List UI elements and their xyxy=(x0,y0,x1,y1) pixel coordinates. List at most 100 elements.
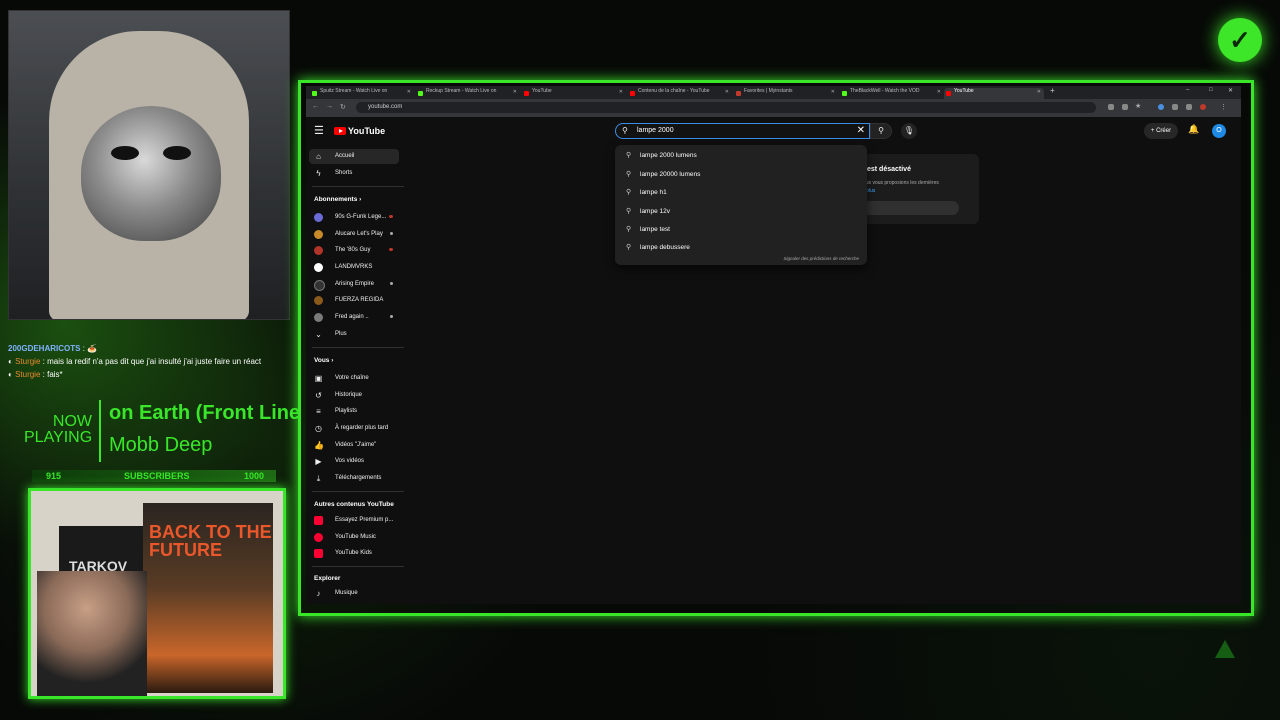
subscription-item[interactable]: FUERZA REGIDA xyxy=(309,293,399,308)
browser-tab[interactable]: Contenu de la chaîne - YouTube ✕ xyxy=(628,88,732,99)
browser-tab[interactable]: YouTube ✕ xyxy=(522,88,626,99)
new-tab-button[interactable]: + xyxy=(1050,86,1055,95)
browser-tab-active[interactable]: YouTube ✕ xyxy=(944,88,1044,99)
reload-icon[interactable]: ↻ xyxy=(340,103,346,111)
extension-icon[interactable] xyxy=(1158,104,1164,110)
close-tab-icon[interactable]: ✕ xyxy=(1037,89,1041,95)
sidebar-item-label: Votre chaîne xyxy=(335,375,369,381)
youtube-logo[interactable]: YouTube xyxy=(334,126,385,136)
hamburger-menu-icon[interactable]: ☰ xyxy=(314,124,324,137)
chat-text: fais* xyxy=(47,370,63,379)
browser-tab[interactable]: Favorites | Myinstants ✕ xyxy=(734,88,838,99)
verified-check-icon: ✓ xyxy=(1218,18,1262,62)
sidebar-item-label: Plus xyxy=(335,331,347,337)
close-tab-icon[interactable]: ✕ xyxy=(619,89,623,95)
video-icon: ▶ xyxy=(315,457,322,466)
kick-icon xyxy=(842,91,847,96)
search-button[interactable]: ⚲ xyxy=(870,123,892,139)
minimize-button[interactable]: – xyxy=(1186,87,1189,93)
close-tab-icon[interactable]: ✕ xyxy=(407,89,411,95)
maximize-button[interactable]: □ xyxy=(1209,87,1213,93)
subscription-item[interactable]: Fred again .. xyxy=(309,310,399,325)
sidebar-item-label: Vidéos "J'aime" xyxy=(335,442,377,448)
close-tab-icon[interactable]: ✕ xyxy=(725,89,729,95)
now-playing-label: NOW PLAYING xyxy=(24,413,93,446)
sidebar-item-label: YouTube Music xyxy=(335,534,376,540)
sidebar-item-premium[interactable]: Essayez Premium p... xyxy=(309,513,399,528)
youtube-icon xyxy=(524,91,529,96)
sidebar-item-label: Shorts xyxy=(335,170,353,176)
close-tab-icon[interactable]: ✕ xyxy=(937,89,941,95)
extensions-puzzle-icon[interactable] xyxy=(1172,104,1178,110)
decorative-triangle xyxy=(1215,640,1235,658)
sidebar-item-your-channel[interactable]: ▣ Votre chaîne xyxy=(309,371,399,386)
sidebar-item-music[interactable]: YouTube Music xyxy=(309,530,399,545)
enable-history-button[interactable] xyxy=(857,201,959,215)
close-tab-icon[interactable]: ✕ xyxy=(831,89,835,95)
you-heading[interactable]: Vous › xyxy=(314,357,333,364)
microphone-icon[interactable]: 🎙 xyxy=(901,123,917,139)
search-input[interactable]: ⚲ lampe 2000 ✕ xyxy=(615,123,870,139)
create-button[interactable]: + Créer xyxy=(1144,123,1178,139)
cast-icon[interactable] xyxy=(1108,104,1114,110)
suggestion-item[interactable]: ⚲ lampe 2000 lumens xyxy=(615,147,867,165)
masked-figure-video xyxy=(8,10,290,320)
profile-icon[interactable] xyxy=(1200,104,1206,110)
chat-text: mais la redif n'a pas dit que j'ai insul… xyxy=(47,357,262,366)
subscription-item[interactable]: The '80s Guy xyxy=(309,243,399,258)
subscriptions-heading[interactable]: Abonnements › xyxy=(314,196,361,203)
search-icon: ⚲ xyxy=(626,208,632,215)
subscription-item[interactable]: Alucare Let's Play xyxy=(309,227,399,242)
browser-tab[interactable]: Reckup Stream - Watch Live on ✕ xyxy=(416,88,520,99)
card-title: est désactivé xyxy=(867,166,911,173)
live-indicator-icon xyxy=(389,215,393,218)
eye-off-icon[interactable] xyxy=(1122,104,1128,110)
sidebar-item-playlists[interactable]: ≡ Playlists xyxy=(309,404,399,419)
notifications-bell-icon[interactable]: 🔔 xyxy=(1188,124,1199,135)
url-text: youtube.com xyxy=(368,104,403,110)
suggestion-item[interactable]: ⚲ lampe 20000 lumens xyxy=(615,166,867,184)
report-predictions-link[interactable]: Signaler des prédictions de recherche xyxy=(783,256,859,261)
sidebar-item-your-videos[interactable]: ▶ Vos vidéos xyxy=(309,454,399,469)
download-icon[interactable] xyxy=(1186,104,1192,110)
bookmark-star-icon[interactable]: ★ xyxy=(1135,102,1141,110)
chat-message: ◐ Sturgie : fais* xyxy=(8,370,63,379)
browser-tab[interactable]: Spuitz Stream - Watch Live on ✕ xyxy=(310,88,414,99)
browser-menu-icon[interactable]: ⋮ xyxy=(1220,103,1227,111)
divider xyxy=(312,347,404,348)
sidebar-item-label: YouTube Kids xyxy=(335,550,372,556)
account-avatar[interactable]: O xyxy=(1212,124,1226,138)
back-icon[interactable]: ← xyxy=(312,103,319,110)
subscriber-count: 915 xyxy=(46,471,62,481)
kick-icon xyxy=(418,91,423,96)
chat-message: 200GDEHARICOTS : 🍝 xyxy=(8,344,98,353)
sidebar-item-label: Accueil xyxy=(335,153,355,159)
sidebar-item-kids[interactable]: YouTube Kids xyxy=(309,546,399,561)
browser-tab[interactable]: TheBlackWell - Watch the VOD ✕ xyxy=(840,88,944,99)
sidebar-item-history[interactable]: ↺ Historique xyxy=(309,388,399,403)
tab-title: YouTube xyxy=(954,88,974,94)
sidebar-item-musique[interactable]: ♪ Musique xyxy=(309,586,399,601)
sidebar-item-watch-later[interactable]: ◷ À regarder plus tard xyxy=(309,421,399,436)
suggestion-item[interactable]: ⚲ lampe h1 xyxy=(615,184,867,202)
close-tab-icon[interactable]: ✕ xyxy=(513,89,517,95)
suggestion-item[interactable]: ⚲ lampe 12v xyxy=(615,203,867,221)
sidebar-item-liked-videos[interactable]: 👍 Vidéos "J'aime" xyxy=(309,438,399,453)
close-window-button[interactable]: ✕ xyxy=(1228,87,1233,94)
logo-text: YouTube xyxy=(348,126,386,136)
channel-avatar xyxy=(314,263,323,272)
subscription-item[interactable]: Arising Empire xyxy=(309,277,399,292)
sidebar-item-accueil[interactable]: ⌂ Accueil xyxy=(309,149,399,164)
suggestion-item[interactable]: ⚲ lampe test xyxy=(615,221,867,239)
tab-title: TheBlackWell - Watch the VOD xyxy=(850,88,920,94)
youtube-premium-icon xyxy=(314,516,323,525)
subscription-item[interactable]: LANDMVRKS xyxy=(309,260,399,275)
sidebar-item-shorts[interactable]: ϟ Shorts xyxy=(309,166,399,181)
sidebar-item-downloads[interactable]: ⤓ Téléchargements xyxy=(309,471,399,486)
suggestion-item[interactable]: ⚲ lampe debussere xyxy=(615,239,867,257)
clear-search-icon[interactable]: ✕ xyxy=(857,125,865,136)
forward-icon[interactable]: → xyxy=(326,103,333,110)
show-more-button[interactable]: ⌄ Plus xyxy=(309,327,399,342)
address-bar[interactable]: youtube.com xyxy=(356,102,1096,113)
subscription-item[interactable]: 90s G-Funk Lege... xyxy=(309,210,399,225)
